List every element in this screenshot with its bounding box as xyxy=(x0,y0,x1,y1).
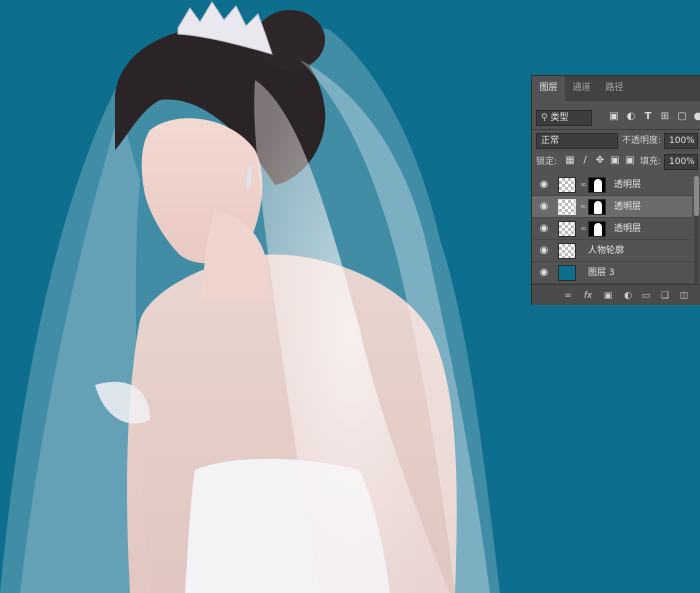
lock-transparent-icon[interactable]: ▦ xyxy=(564,155,576,167)
visibility-eye-icon[interactable]: ◉ xyxy=(538,267,550,279)
layer-thumbnail xyxy=(558,243,576,259)
layer-name: 图层 3 xyxy=(588,268,615,278)
filter-toggle-icon[interactable]: ● xyxy=(692,111,700,123)
visibility-eye-icon[interactable]: ◉ xyxy=(538,223,550,235)
tab-paths[interactable]: 路径 xyxy=(598,76,631,101)
layers-panel: 图层 通道 路径 ⚲ 类型 ▣ ◐ T ⊞ ▢ ● 正常 不透明度: 100% … xyxy=(531,75,700,305)
lock-label: 锁定: xyxy=(536,157,558,167)
link-icon[interactable]: ∞ xyxy=(562,290,574,302)
layer-row[interactable]: ◉ 图层 3 xyxy=(532,262,692,284)
layer-mask-thumbnail[interactable] xyxy=(588,199,606,215)
mask-link-icon[interactable]: ∞ xyxy=(580,202,587,212)
layer-name: 人物轮廓 xyxy=(588,246,625,256)
fx-icon[interactable]: fx xyxy=(582,290,594,302)
filter-row: ⚲ 类型 ▣ ◐ T ⊞ ▢ ● xyxy=(532,108,700,128)
layer-mask-thumbnail[interactable] xyxy=(588,221,606,237)
fill-label: 填充: xyxy=(640,157,662,167)
divider xyxy=(532,129,700,130)
blend-row: 正常 不透明度: 100% xyxy=(532,131,700,151)
scrollbar-thumb[interactable] xyxy=(694,176,699,216)
panel-bottom-bar: ∞ fx ▣ ◐ ▭ ❏ ◫ xyxy=(532,284,700,305)
lock-artboard-icon[interactable]: ▣ xyxy=(609,155,621,167)
layer-name: 透明层 xyxy=(614,180,642,190)
mask-link-icon[interactable]: ∞ xyxy=(580,180,587,190)
layer-row[interactable]: ◉ ∞ 透明层 xyxy=(532,196,692,218)
fill-field[interactable]: 100% xyxy=(664,154,698,170)
layer-thumbnail xyxy=(558,265,576,281)
lock-paint-icon[interactable]: ∕ xyxy=(579,155,591,167)
layer-thumbnail xyxy=(558,221,576,237)
group-icon[interactable]: ▭ xyxy=(640,290,652,302)
visibility-eye-icon[interactable]: ◉ xyxy=(538,201,550,213)
layer-row[interactable]: ◉ 人物轮廓 xyxy=(532,240,692,262)
search-icon: ⚲ xyxy=(541,113,548,123)
lock-position-icon[interactable]: ✥ xyxy=(594,155,606,167)
delete-icon[interactable]: ◫ xyxy=(678,290,690,302)
panel-tabs: 图层 通道 路径 xyxy=(532,76,700,101)
filter-kind-label: 类型 xyxy=(550,113,569,123)
layer-row[interactable]: ◉ ∞ 透明层 xyxy=(532,174,692,196)
type-filter-icon[interactable]: T xyxy=(642,111,654,123)
tab-channels[interactable]: 通道 xyxy=(565,76,598,101)
adjustment-filter-icon[interactable]: ◐ xyxy=(625,111,637,123)
blend-mode-select[interactable]: 正常 xyxy=(536,133,618,149)
opacity-field[interactable]: 100% xyxy=(664,133,698,149)
lock-row: 锁定: ▦ ∕ ✥ ▣ ▣ 填充: 100% xyxy=(532,152,700,172)
layer-name: 透明层 xyxy=(614,224,642,234)
lock-all-icon[interactable]: ▣ xyxy=(624,155,636,167)
opacity-label: 不透明度: xyxy=(622,136,662,146)
filter-kind-select[interactable]: ⚲ 类型 xyxy=(536,110,592,126)
visibility-eye-icon[interactable]: ◉ xyxy=(538,245,550,257)
layer-thumbnail xyxy=(558,177,576,193)
layers-scrollbar[interactable] xyxy=(694,176,699,286)
visibility-eye-icon[interactable]: ◉ xyxy=(538,179,550,191)
add-mask-icon[interactable]: ▣ xyxy=(602,290,614,302)
shape-filter-icon[interactable]: ⊞ xyxy=(659,111,671,123)
layer-thumbnail xyxy=(558,199,576,215)
layer-row[interactable]: ◉ ∞ 透明层 xyxy=(532,218,692,240)
image-filter-icon[interactable]: ▣ xyxy=(608,111,620,123)
layer-name: 透明层 xyxy=(614,202,642,212)
smart-object-filter-icon[interactable]: ▢ xyxy=(676,111,688,123)
tab-layers[interactable]: 图层 xyxy=(532,76,565,101)
new-layer-icon[interactable]: ❏ xyxy=(659,290,671,302)
mask-link-icon[interactable]: ∞ xyxy=(580,224,587,234)
layer-mask-thumbnail[interactable] xyxy=(588,177,606,193)
adjustment-icon[interactable]: ◐ xyxy=(622,290,634,302)
